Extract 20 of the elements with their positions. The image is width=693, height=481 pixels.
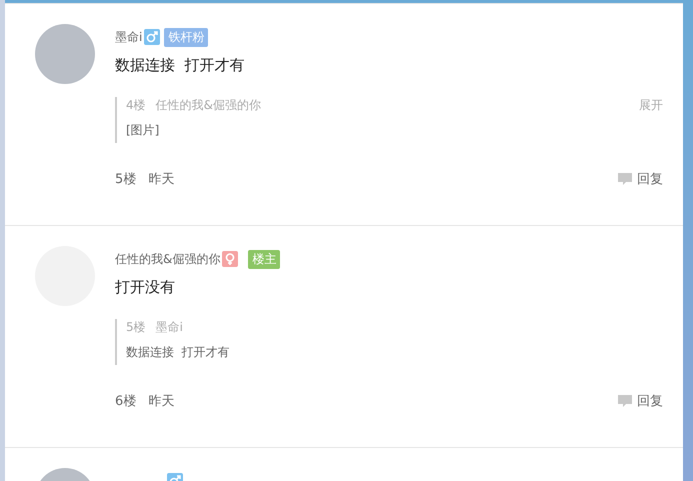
reply-button[interactable]: 回复 <box>617 170 663 188</box>
quote-text: 数据连接 打开才有 <box>126 344 231 361</box>
username[interactable]: 任性的我&倔强的你 <box>115 250 220 268</box>
quote-floor: 4楼 <box>126 97 146 114</box>
speech-bubble-icon <box>617 172 633 186</box>
fan-level-badge: 楼主 <box>248 250 280 268</box>
floor-number: 5楼 <box>115 171 136 188</box>
female-symbol-icon <box>222 251 238 267</box>
post-time: 昨天 <box>148 393 174 410</box>
floor-number: 6楼 <box>115 393 136 410</box>
comment-text: 数据连接 打开才有 <box>115 56 246 75</box>
male-symbol-icon <box>144 29 160 45</box>
post-time: 昨天 <box>148 171 174 188</box>
speech-bubble-icon <box>617 394 633 408</box>
username[interactable]: 墨命i <box>115 28 142 46</box>
quote-floor: 5楼 <box>126 319 146 336</box>
fan-level-badge: 铁杆粉 <box>164 28 208 46</box>
quote-text: [图片] <box>126 122 160 139</box>
reply-button[interactable]: 回复 <box>617 392 663 410</box>
comment-text: 打开没有 <box>115 278 176 297</box>
